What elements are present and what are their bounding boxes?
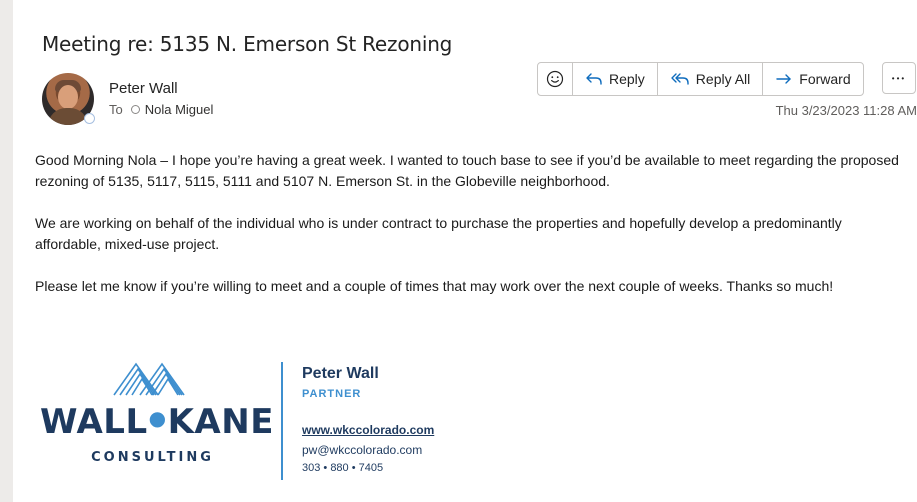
body-paragraph: Good Morning Nola – I hope you’re having… xyxy=(35,152,899,189)
forward-button[interactable]: Forward xyxy=(763,63,862,95)
signature-phone: 303 • 880 • 7405 xyxy=(302,462,384,474)
reply-all-icon xyxy=(670,71,690,87)
recipient-name[interactable]: Nola Miguel xyxy=(145,102,214,117)
reply-all-button[interactable]: Reply All xyxy=(658,63,764,95)
logo-lines-icon xyxy=(113,362,185,396)
signature-website-link[interactable]: www.wkccolorado.com xyxy=(302,423,434,437)
signature-title: PARTNER xyxy=(302,388,362,400)
message-actions-toolbar: Reply Reply All Forward xyxy=(537,62,864,96)
message-body: Good Morning Nola – I hope you’re having… xyxy=(35,150,905,318)
reply-icon xyxy=(585,71,603,87)
more-icon: ••• xyxy=(891,73,907,83)
received-timestamp: Thu 3/23/2023 11:28 AM xyxy=(775,103,917,118)
company-logo: WALL●KANE CONSULTING xyxy=(40,362,274,472)
emoji-icon xyxy=(546,70,564,88)
more-actions-button[interactable]: ••• xyxy=(882,62,916,94)
logo-subtitle: CONSULTING xyxy=(91,450,214,465)
signature-divider xyxy=(281,362,283,480)
logo-wordmark: WALL●KANE xyxy=(40,402,274,442)
reading-pane-left-rail xyxy=(0,0,13,502)
body-paragraph: Please let me know if you’re willing to … xyxy=(35,278,834,294)
presence-icon xyxy=(84,113,95,124)
to-label: To xyxy=(109,102,123,117)
body-paragraph: We are working on behalf of the individu… xyxy=(35,215,842,252)
recipient-presence-icon xyxy=(130,105,140,114)
forward-label: Forward xyxy=(799,71,851,87)
reply-label: Reply xyxy=(609,71,645,87)
email-subject: Meeting re: 5135 N. Emerson St Rezoning xyxy=(42,32,453,56)
signature-email[interactable]: pw@wkccolorado.com xyxy=(302,443,422,457)
reply-all-label: Reply All xyxy=(695,71,751,87)
recipients-line: To Nola Miguel xyxy=(109,102,213,117)
emoji-reaction-button[interactable] xyxy=(538,63,573,95)
forward-icon xyxy=(775,72,793,86)
sender-name[interactable]: Peter Wall xyxy=(109,80,178,97)
reply-button[interactable]: Reply xyxy=(573,63,658,95)
signature-name: Peter Wall xyxy=(302,365,379,382)
